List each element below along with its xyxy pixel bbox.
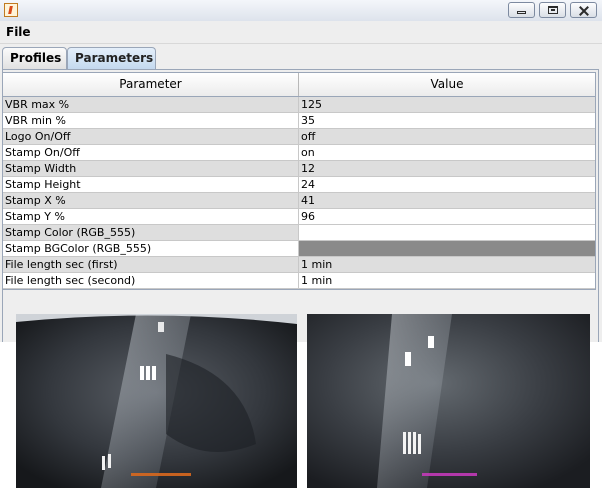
camera-preview-2 — [307, 314, 590, 488]
param-value[interactable]: 12 — [299, 161, 595, 176]
param-value[interactable]: 41 — [299, 193, 595, 208]
param-name: Logo On/Off — [3, 129, 299, 144]
table-body: VBR max % 125 VBR min % 35 Logo On/Off o… — [3, 97, 595, 289]
table-row[interactable]: Stamp Height 24 — [3, 177, 595, 193]
param-name: File length sec (first) — [3, 257, 299, 272]
param-name: File length sec (second) — [3, 273, 299, 288]
param-value[interactable]: on — [299, 145, 595, 160]
column-header-parameter[interactable]: Parameter — [3, 73, 299, 96]
table-row[interactable]: Stamp X % 41 — [3, 193, 595, 209]
column-header-value[interactable]: Value — [299, 73, 595, 96]
tab-profiles[interactable]: Profiles — [2, 47, 67, 69]
close-button[interactable] — [570, 2, 597, 18]
stamp-bgcolor-swatch[interactable] — [299, 241, 595, 256]
table-row[interactable]: Stamp Y % 96 — [3, 209, 595, 225]
param-name: Stamp Color (RGB_555) — [3, 225, 299, 240]
tab-parameters[interactable]: Parameters — [67, 47, 156, 69]
param-value[interactable]: 1 min — [299, 257, 595, 272]
menu-bar: File — [0, 21, 602, 44]
param-value[interactable]: 24 — [299, 177, 595, 192]
table-row[interactable]: Logo On/Off off — [3, 129, 595, 145]
camera-preview-1 — [16, 314, 297, 488]
table-row[interactable]: File length sec (first) 1 min — [3, 257, 595, 273]
java-cup-icon — [4, 3, 18, 17]
table-row[interactable]: Stamp On/Off on — [3, 145, 595, 161]
param-name: Stamp BGColor (RGB_555) — [3, 241, 299, 256]
param-value[interactable]: 125 — [299, 97, 595, 112]
param-value[interactable]: off — [299, 129, 595, 144]
table-row[interactable]: Stamp Color (RGB_555) — [3, 225, 595, 241]
table-row[interactable]: VBR max % 125 — [3, 97, 595, 113]
param-name: VBR max % — [3, 97, 299, 112]
param-name: VBR min % — [3, 113, 299, 128]
param-value[interactable]: 35 — [299, 113, 595, 128]
app-window: File Profiles Parameters Parameter Value… — [0, 0, 602, 488]
table-row[interactable]: File length sec (second) 1 min — [3, 273, 595, 289]
param-name: Stamp Y % — [3, 209, 299, 224]
maximize-button[interactable] — [539, 2, 566, 18]
param-value[interactable]: 1 min — [299, 273, 595, 288]
param-name: Stamp Width — [3, 161, 299, 176]
parameters-table: Parameter Value VBR max % 125 VBR min % … — [2, 72, 596, 290]
table-header: Parameter Value — [3, 73, 595, 97]
table-row[interactable]: Stamp BGColor (RGB_555) — [3, 241, 595, 257]
minimize-button[interactable] — [508, 2, 535, 18]
table-row[interactable]: VBR min % 35 — [3, 113, 595, 129]
title-bar[interactable] — [0, 0, 602, 22]
param-value[interactable]: 96 — [299, 209, 595, 224]
table-row[interactable]: Stamp Width 12 — [3, 161, 595, 177]
param-name: Stamp On/Off — [3, 145, 299, 160]
param-name: Stamp Height — [3, 177, 299, 192]
param-name: Stamp X % — [3, 193, 299, 208]
stamp-color-swatch[interactable] — [299, 225, 595, 240]
menu-file[interactable]: File — [6, 25, 31, 39]
